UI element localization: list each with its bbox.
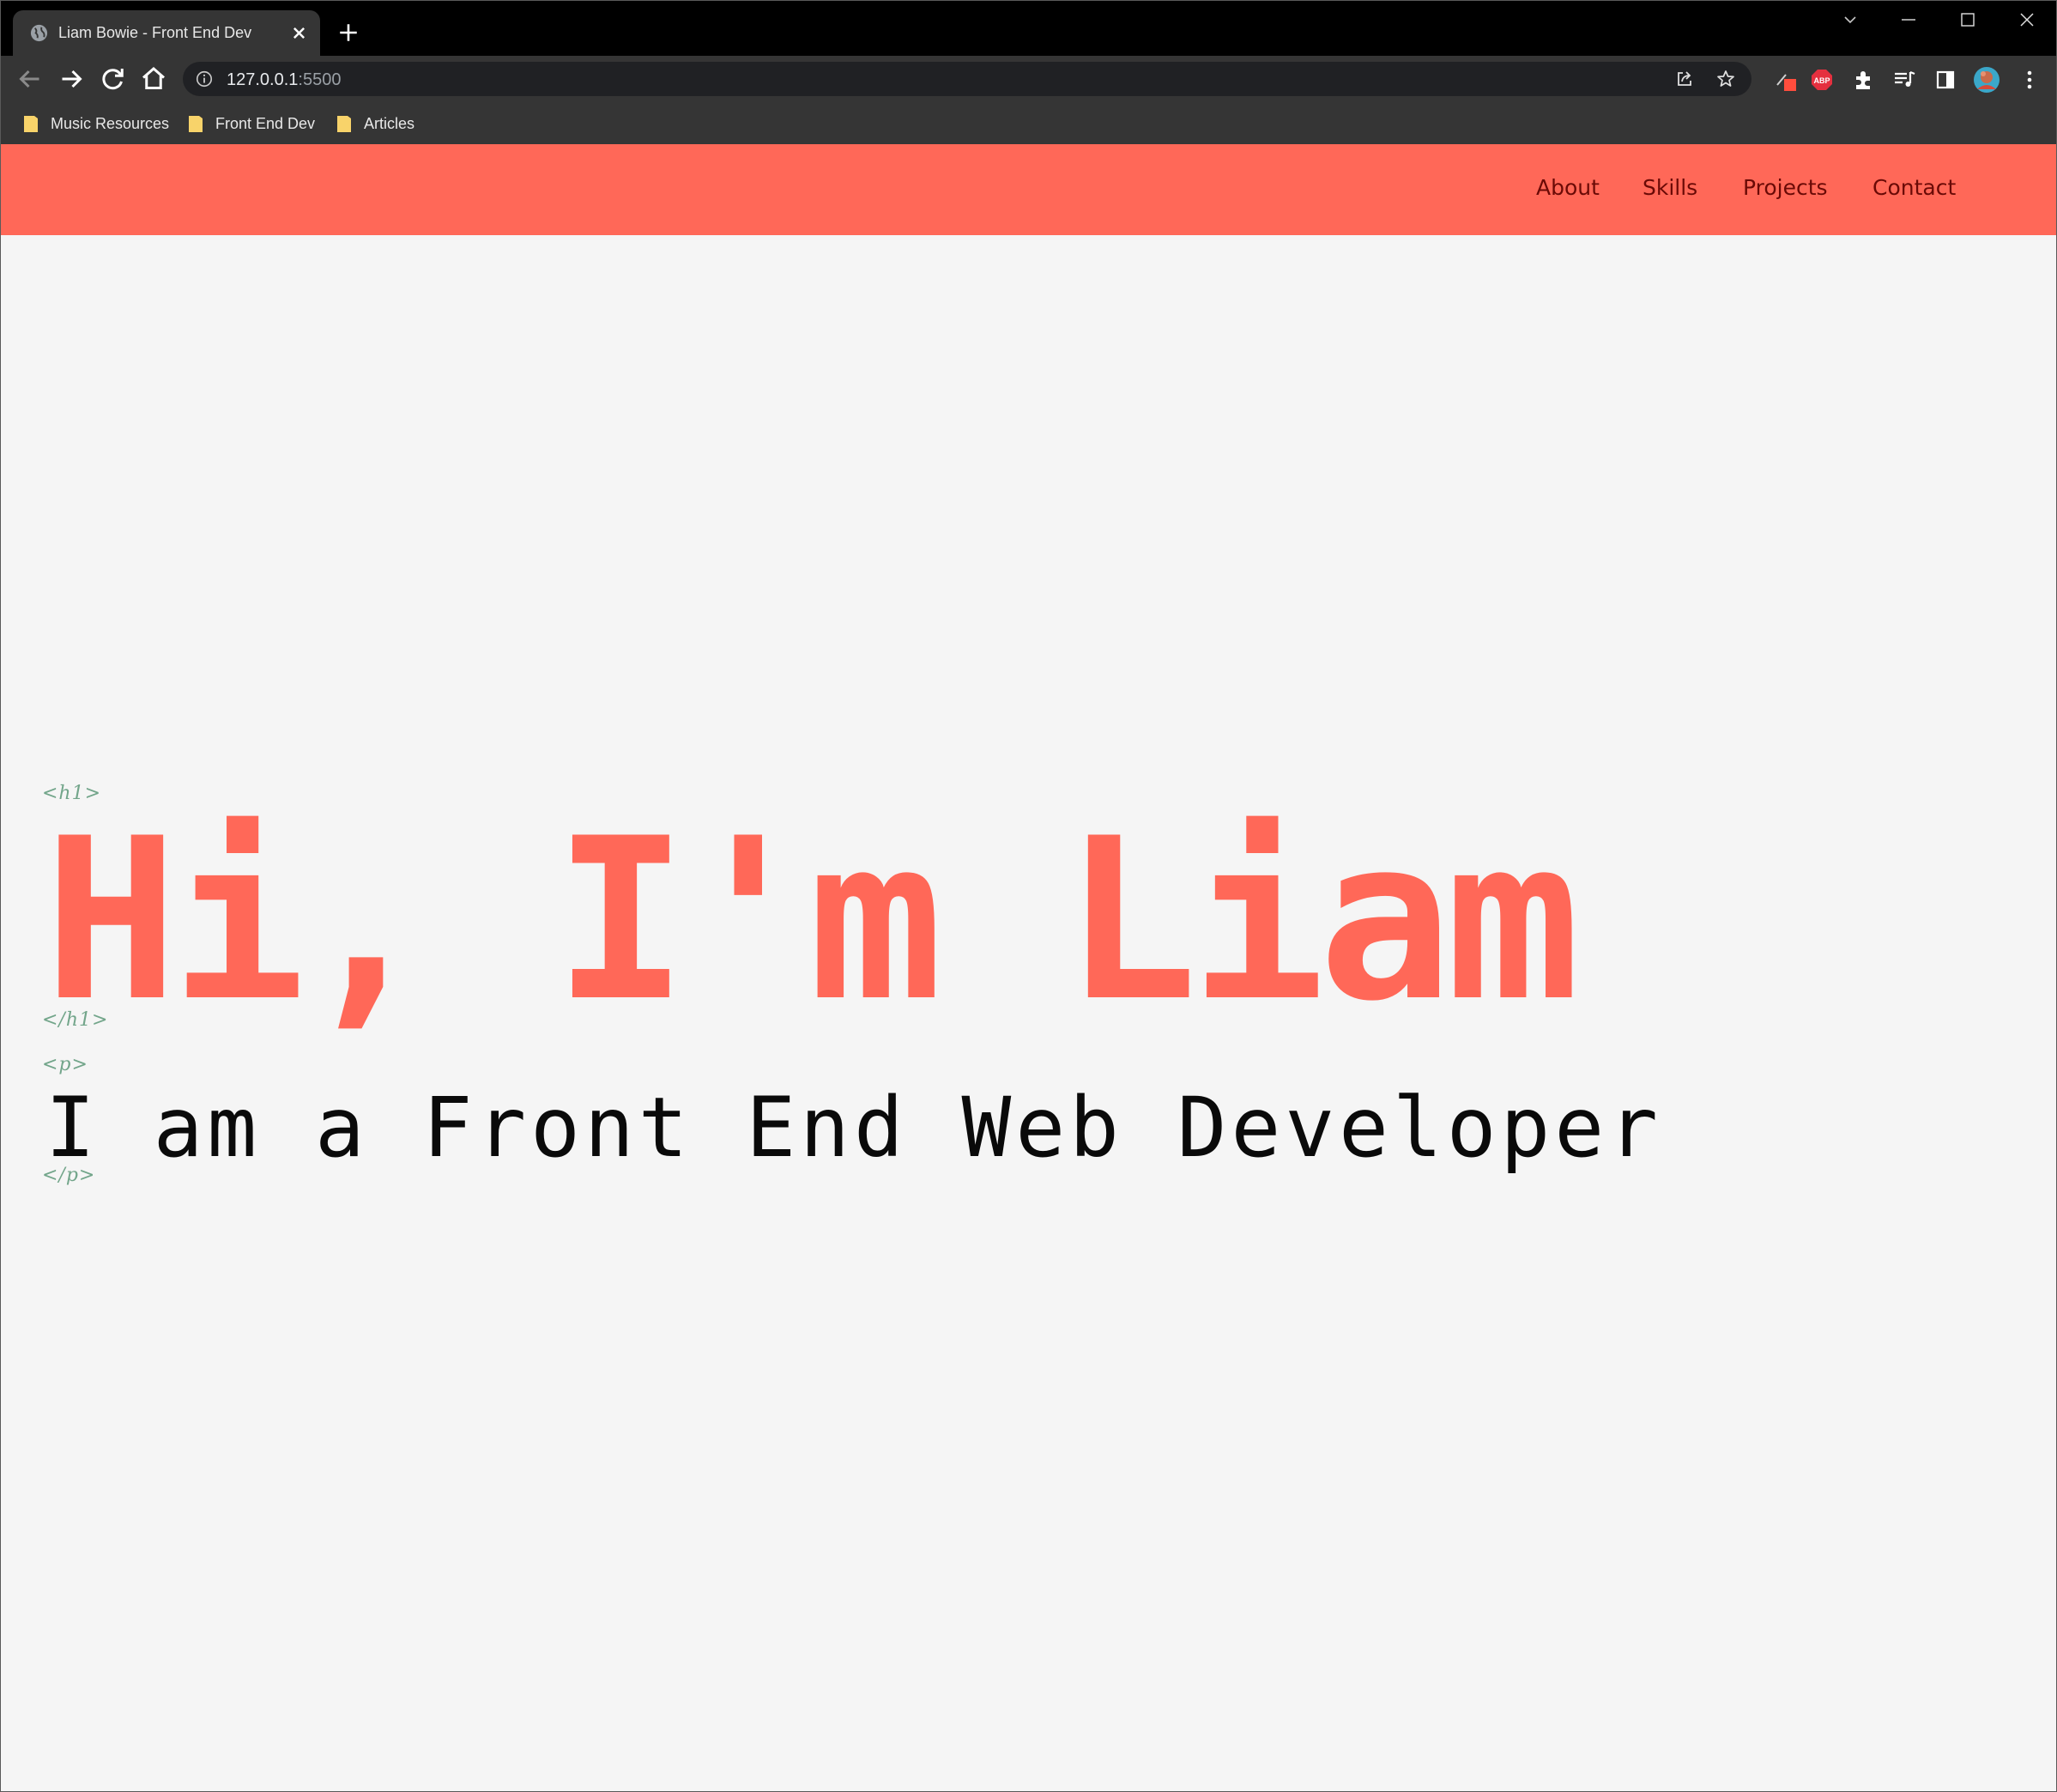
- globe-icon: [30, 24, 48, 42]
- nav-link-about[interactable]: About: [1536, 174, 1600, 202]
- site-navbar: About Skills Projects Contact: [1, 144, 2056, 235]
- tab-title: Liam Bowie - Front End Dev: [58, 24, 252, 41]
- info-icon[interactable]: [195, 70, 214, 88]
- media-queue-icon[interactable]: [1892, 68, 1916, 92]
- maximize-icon[interactable]: [1951, 8, 1985, 33]
- address-bar[interactable]: 127.0.0.1:5500: [183, 62, 1751, 96]
- close-window-icon[interactable]: [2010, 8, 2044, 33]
- new-tab-icon[interactable]: [337, 21, 360, 44]
- p-close-tag: </p>: [42, 1165, 96, 1186]
- adblock-label: ABP: [1813, 76, 1830, 85]
- hero-subtitle: I am a Front End Web Developer: [45, 1080, 1662, 1176]
- nav-link-projects[interactable]: Projects: [1743, 174, 1828, 202]
- p-open-tag: <p>: [42, 1054, 88, 1075]
- folder-icon: [189, 116, 203, 132]
- active-tab[interactable]: Liam Bowie - Front End Dev: [13, 10, 320, 56]
- folder-icon: [337, 116, 351, 132]
- web-page: About Skills Projects Contact <h1> Hi, I…: [1, 144, 2056, 1791]
- minimize-icon[interactable]: [1891, 8, 1926, 33]
- share-icon[interactable]: [1674, 69, 1695, 89]
- url-host: 127.0.0.1: [227, 70, 299, 89]
- bookmark-star-icon[interactable]: [1715, 69, 1736, 89]
- color-picker-extension-icon[interactable]: [1774, 68, 1798, 92]
- profile-avatar-icon[interactable]: [1973, 66, 2000, 94]
- h1-close-tag: </h1>: [42, 1009, 109, 1031]
- side-panel-icon[interactable]: [1933, 68, 1957, 92]
- home-icon[interactable]: [138, 64, 169, 94]
- tab-search-icon[interactable]: [1833, 8, 1867, 33]
- forward-icon[interactable]: [56, 64, 87, 94]
- reload-icon[interactable]: [97, 64, 128, 94]
- url-port: :5500: [298, 70, 342, 89]
- browser-window: Liam Bowie - Front End Dev 127.0.0.1:550…: [0, 0, 2057, 1792]
- adblock-plus-icon[interactable]: ABP: [1810, 68, 1834, 92]
- hero-title: Hi, I'm Liam: [44, 791, 1580, 1050]
- folder-icon: [24, 116, 38, 132]
- close-tab-icon[interactable]: [287, 21, 311, 45]
- browser-toolbar: 127.0.0.1:5500 ABP: [1, 56, 2056, 103]
- nav-link-contact[interactable]: Contact: [1872, 174, 1956, 202]
- back-icon[interactable]: [15, 64, 45, 94]
- bookmark-label: Articles: [364, 115, 415, 132]
- nav-link-skills[interactable]: Skills: [1643, 174, 1697, 202]
- more-menu-icon[interactable]: [2018, 68, 2042, 92]
- bookmarks-bar: Music Resources Front End Dev Articles: [1, 103, 2056, 144]
- tab-strip: Liam Bowie - Front End Dev: [1, 1, 2056, 56]
- extensions-puzzle-icon[interactable]: [1851, 68, 1875, 92]
- url-text[interactable]: 127.0.0.1:5500: [227, 70, 341, 90]
- bookmark-label: Music Resources: [51, 115, 170, 132]
- bookmark-label: Front End Dev: [215, 115, 316, 132]
